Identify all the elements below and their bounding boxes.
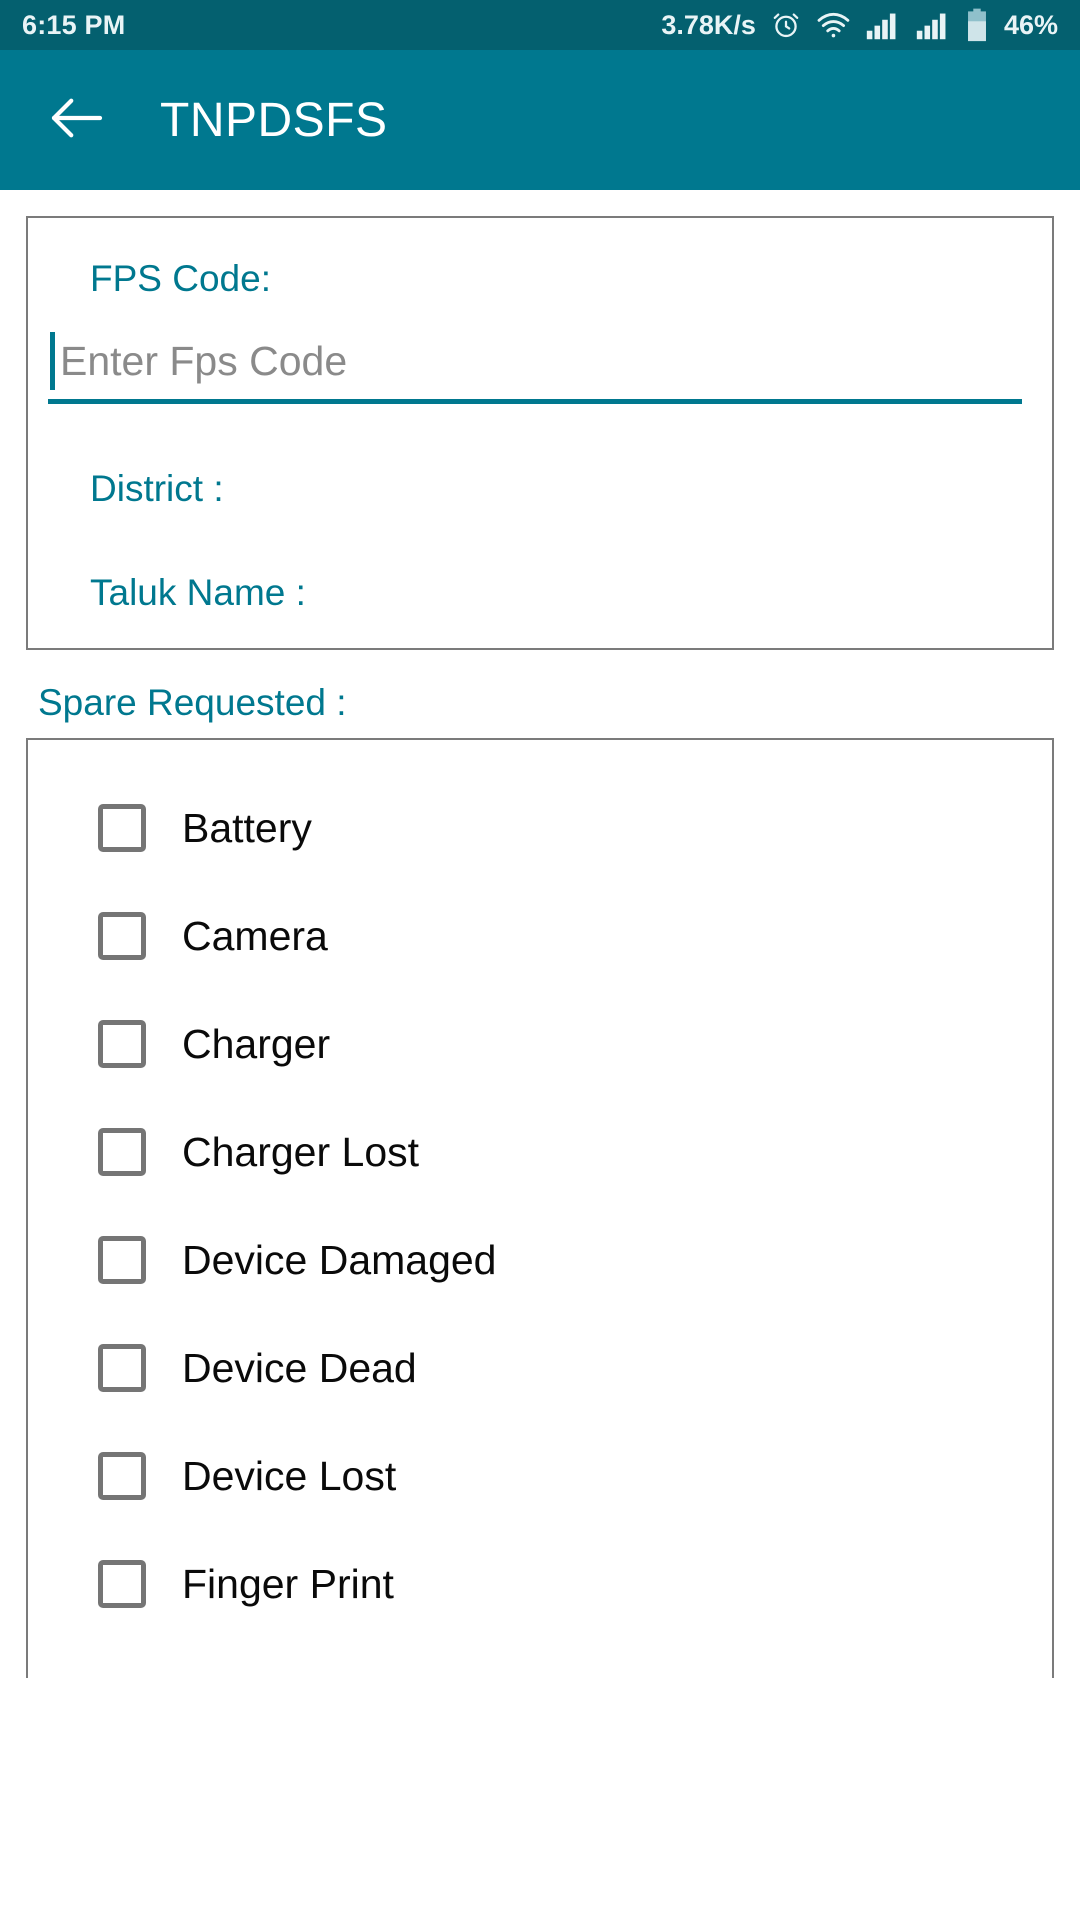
battery-icon <box>966 8 988 42</box>
fps-code-label: FPS Code: <box>90 258 271 299</box>
app-bar: TNPDSFS <box>0 50 1080 190</box>
checkbox-label: Device Damaged <box>182 1236 497 1283</box>
signal-bars-icon <box>916 10 952 40</box>
alarm-clock-icon <box>770 9 802 41</box>
checkbox-icon[interactable] <box>98 1560 146 1608</box>
back-arrow-icon <box>48 95 106 146</box>
battery-percent-text: 46% <box>1003 9 1058 40</box>
checkbox-row-charger-lost[interactable]: Charger Lost <box>28 1098 1052 1206</box>
taluk-name-label: Taluk Name : <box>90 572 306 613</box>
wifi-icon <box>816 9 852 41</box>
checkbox-icon[interactable] <box>98 1128 146 1176</box>
spare-options-card: Battery Camera Charger Charger Lost Devi… <box>26 738 1054 1678</box>
fps-code-field-wrapper <box>48 330 1022 408</box>
checkbox-label: Charger <box>182 1020 331 1067</box>
fps-details-card: FPS Code: District : Taluk Name : <box>26 216 1054 650</box>
checkbox-row-battery[interactable]: Battery <box>28 774 1052 882</box>
checkbox-icon[interactable] <box>98 804 146 852</box>
back-button[interactable] <box>46 89 108 151</box>
checkbox-icon[interactable] <box>98 1020 146 1068</box>
checkbox-label: Battery <box>182 804 312 851</box>
checkbox-row-device-damaged[interactable]: Device Damaged <box>28 1206 1052 1314</box>
checkbox-label: Device Lost <box>182 1452 397 1499</box>
signal-bars-icon <box>866 10 902 40</box>
checkbox-label: Camera <box>182 912 328 959</box>
status-bar: 6:15 PM 3.78K/s 46% <box>0 0 1080 50</box>
checkbox-row-charger[interactable]: Charger <box>28 990 1052 1098</box>
checkbox-row-camera[interactable]: Camera <box>28 882 1052 990</box>
checkbox-icon[interactable] <box>98 1344 146 1392</box>
checkbox-icon[interactable] <box>98 912 146 960</box>
spare-requested-label: Spare Requested : <box>38 682 347 723</box>
text-cursor <box>50 332 55 390</box>
checkbox-label: Charger Lost <box>182 1128 420 1175</box>
network-speed-text: 3.78K/s <box>661 9 756 40</box>
checkbox-row-device-dead[interactable]: Device Dead <box>28 1314 1052 1422</box>
checkbox-label: Device Dead <box>182 1344 417 1391</box>
district-label: District : <box>90 468 224 509</box>
status-bar-indicators: 3.78K/s 46% <box>661 8 1058 42</box>
checkbox-row-device-lost[interactable]: Device Lost <box>28 1422 1052 1530</box>
fps-code-input[interactable] <box>48 330 1022 404</box>
checkbox-icon[interactable] <box>98 1452 146 1500</box>
page-title: TNPDSFS <box>160 93 388 147</box>
status-bar-clock: 6:15 PM <box>22 9 126 40</box>
checkbox-icon[interactable] <box>98 1236 146 1284</box>
checkbox-label: Finger Print <box>182 1560 394 1607</box>
checkbox-row-finger-print[interactable]: Finger Print <box>28 1530 1052 1638</box>
main-content: FPS Code: District : Taluk Name : Spare … <box>0 216 1080 1678</box>
